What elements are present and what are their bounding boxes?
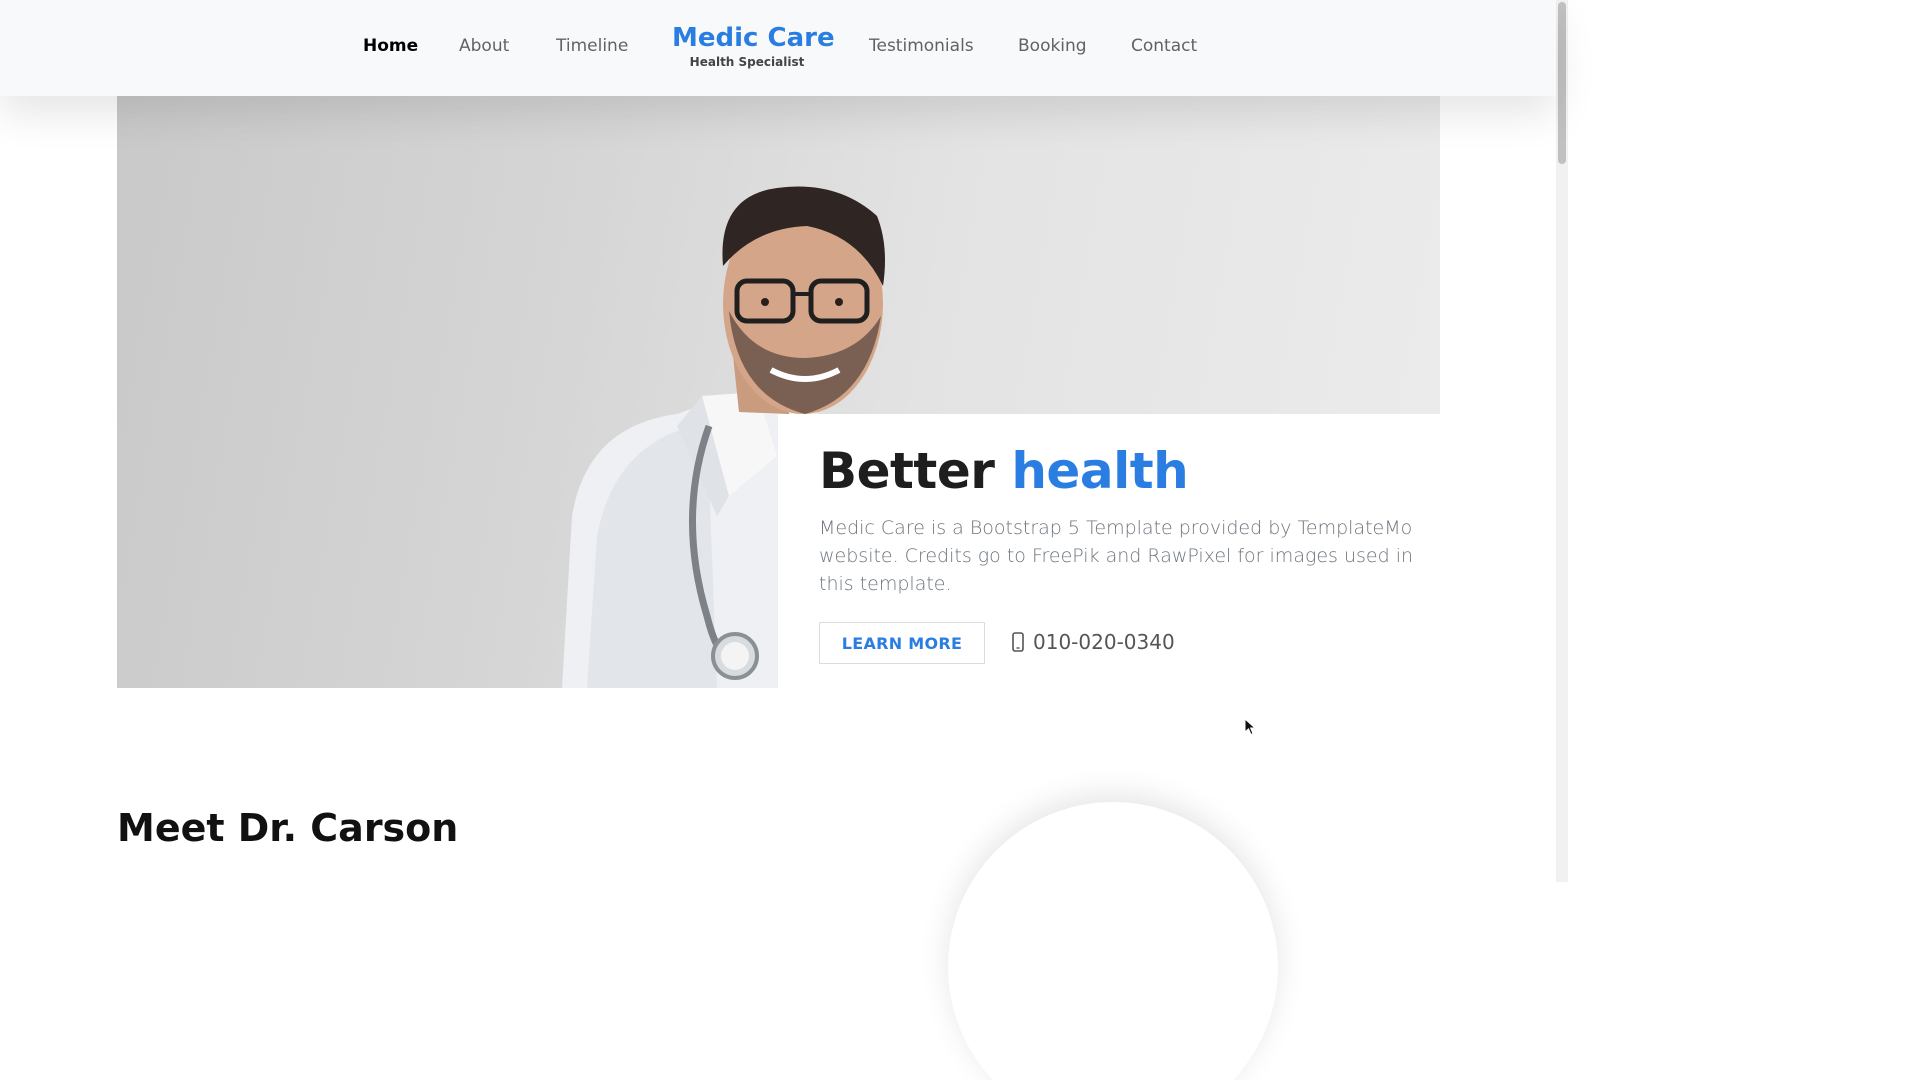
mouse-cursor-icon	[1244, 718, 1256, 736]
about-section-title: Meet Dr. Carson	[117, 806, 459, 850]
nav-testimonials-link[interactable]: Testimonials	[869, 36, 974, 56]
nav-contact-link[interactable]: Contact	[1131, 36, 1197, 56]
nav-home-link[interactable]: Home	[363, 36, 418, 56]
nav-timeline-link[interactable]: Timeline	[556, 36, 628, 56]
brand-logo-link[interactable]: Medic Care Health Specialist	[672, 22, 835, 70]
about-circle-image	[948, 802, 1278, 1080]
page-scrollbar[interactable]	[1556, 0, 1568, 882]
brand-subtitle: Health Specialist	[689, 55, 805, 69]
learn-more-button[interactable]: LEARN MORE	[819, 622, 985, 664]
hero-description: Medic Care is a Bootstrap 5 Template pro…	[819, 517, 1414, 595]
top-navbar: Home About Timeline Medic Care Health Sp…	[0, 0, 1556, 96]
phone-number: 010-020-0340	[1033, 630, 1175, 654]
hero-title-main: Better	[819, 442, 995, 500]
hero-title: Better health	[819, 442, 1189, 500]
nav-booking-link[interactable]: Booking	[1018, 36, 1087, 56]
scrollbar-thumb[interactable]	[1558, 2, 1566, 164]
nav-about-link[interactable]: About	[459, 36, 509, 56]
hero-card: Better health Medic Care is a Bootstrap …	[778, 414, 1440, 688]
brand-title: Medic Care	[672, 23, 835, 53]
mobile-phone-icon	[1012, 632, 1024, 652]
phone-contact-link[interactable]: 010-020-0340	[1012, 630, 1175, 654]
hero-title-accent: health	[1011, 442, 1189, 500]
